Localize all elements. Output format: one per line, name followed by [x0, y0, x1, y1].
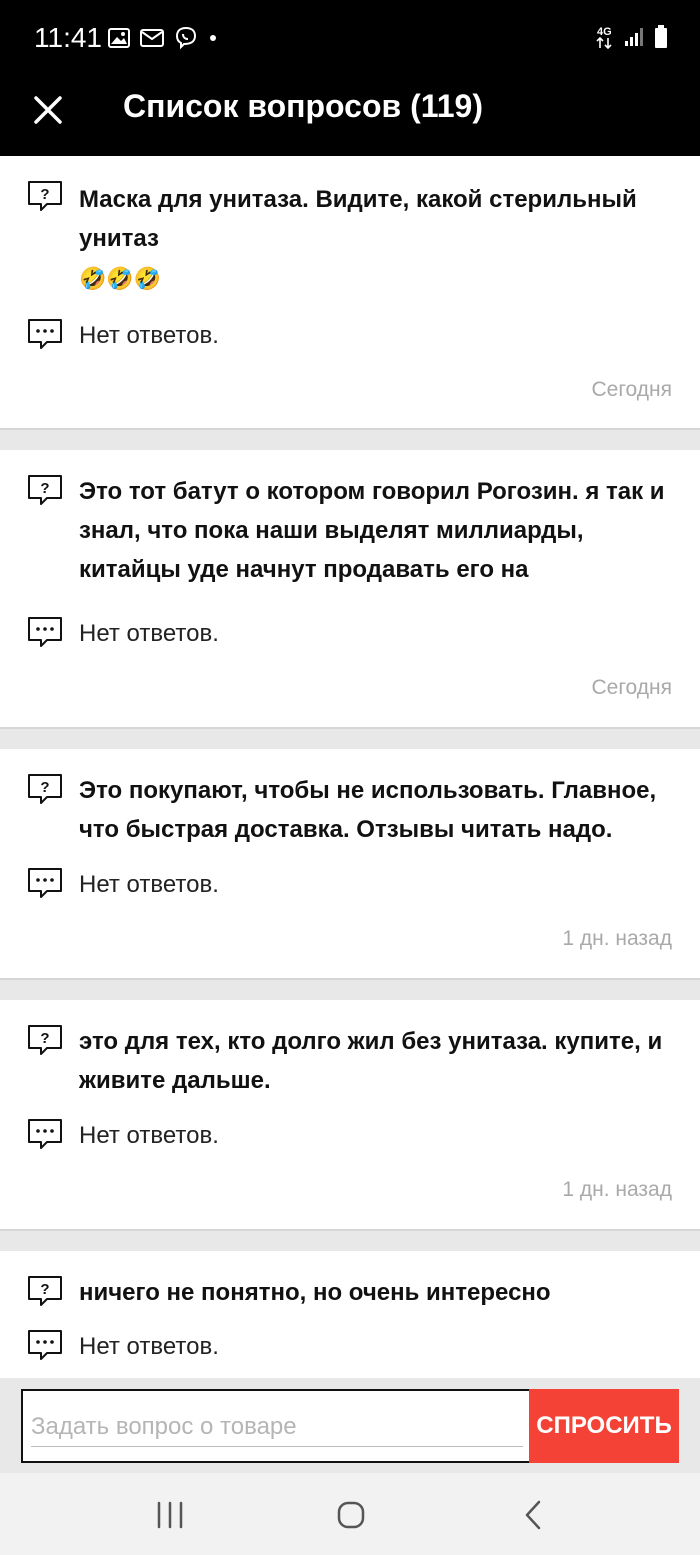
answer-status: Нет ответов. [79, 1333, 219, 1360]
question-icon: ? [28, 1025, 62, 1055]
answer-status: Нет ответов. [79, 322, 219, 349]
question-text: Маска для унитаза. Видите, какой стериль… [79, 186, 637, 252]
question-icon: ? [28, 475, 62, 505]
question-date: Сегодня [591, 676, 672, 699]
battery-icon [655, 25, 667, 48]
question-card[interactable]: ? Это покупают, чтобы не использовать. Г… [0, 749, 700, 980]
status-time: 11:41 [34, 22, 102, 53]
emoji-row: 🤣🤣🤣 [79, 264, 161, 294]
answer-status: Нет ответов. [79, 1122, 219, 1149]
status-bar: 11:41 4G [0, 0, 700, 78]
answer-icon [28, 1330, 62, 1360]
home-icon[interactable] [331, 1495, 371, 1535]
mail-icon [140, 29, 164, 47]
answer-status: Нет ответов. [79, 871, 219, 898]
answer-status: Нет ответов. [79, 620, 219, 647]
question-card[interactable]: ? Это тот батут о котором говорил Рогози… [0, 450, 700, 729]
network-4g-icon: 4G [596, 26, 612, 50]
question-date: 1 дн. назад [562, 927, 672, 950]
question-text: Это покупают, чтобы не использовать. Гла… [79, 777, 657, 843]
question-input[interactable] [31, 1407, 523, 1447]
system-icons: 4G [596, 24, 668, 50]
recent-apps-icon[interactable] [150, 1495, 190, 1535]
svg-text:?: ? [40, 480, 49, 497]
viber-icon [175, 26, 197, 50]
question-date: 1 дн. назад [562, 1178, 672, 1201]
svg-text:?: ? [40, 779, 49, 796]
question-input-box[interactable] [21, 1389, 531, 1463]
ask-button[interactable]: СПРОСИТЬ [529, 1389, 679, 1463]
questions-list[interactable]: ? Маска для унитаза. Видите, какой стери… [0, 156, 700, 1378]
page-title: Список вопросов (119) [123, 88, 483, 124]
back-icon[interactable] [514, 1495, 554, 1535]
rofl-emoji: 🤣🤣🤣 [79, 266, 162, 291]
question-card[interactable]: ? ничего не понятно, но очень интересно … [0, 1251, 700, 1378]
system-nav-bar [0, 1473, 700, 1555]
app-bar: Список вопросов (119) [0, 78, 700, 156]
question-card[interactable]: ? это для тех, кто долго жил без унитаза… [0, 1000, 700, 1231]
network-label: 4G [597, 26, 612, 38]
question-text: Это тот батут о котором говорил Рогозин.… [79, 478, 665, 583]
question-date: Сегодня [591, 378, 672, 401]
question-icon: ? [28, 181, 62, 211]
answer-icon [28, 617, 62, 647]
question-text: это для тех, кто долго жил без унитаза. … [79, 1028, 663, 1094]
image-icon [108, 28, 130, 48]
question-card[interactable]: ? Маска для унитаза. Видите, какой стери… [0, 156, 700, 430]
answer-icon [28, 868, 62, 898]
ask-form: СПРОСИТЬ [0, 1378, 700, 1473]
notification-icons [108, 26, 218, 50]
answer-icon [28, 1119, 62, 1149]
svg-text:?: ? [40, 1030, 49, 1047]
svg-text:?: ? [40, 186, 49, 203]
answer-icon [28, 319, 62, 349]
question-icon: ? [28, 1276, 62, 1306]
svg-text:?: ? [40, 1281, 49, 1298]
signal-icon [625, 28, 643, 46]
question-text: ничего не понятно, но очень интересно [79, 1279, 551, 1306]
dot-icon [210, 35, 216, 41]
question-icon: ? [28, 774, 62, 804]
close-icon[interactable] [30, 92, 66, 128]
